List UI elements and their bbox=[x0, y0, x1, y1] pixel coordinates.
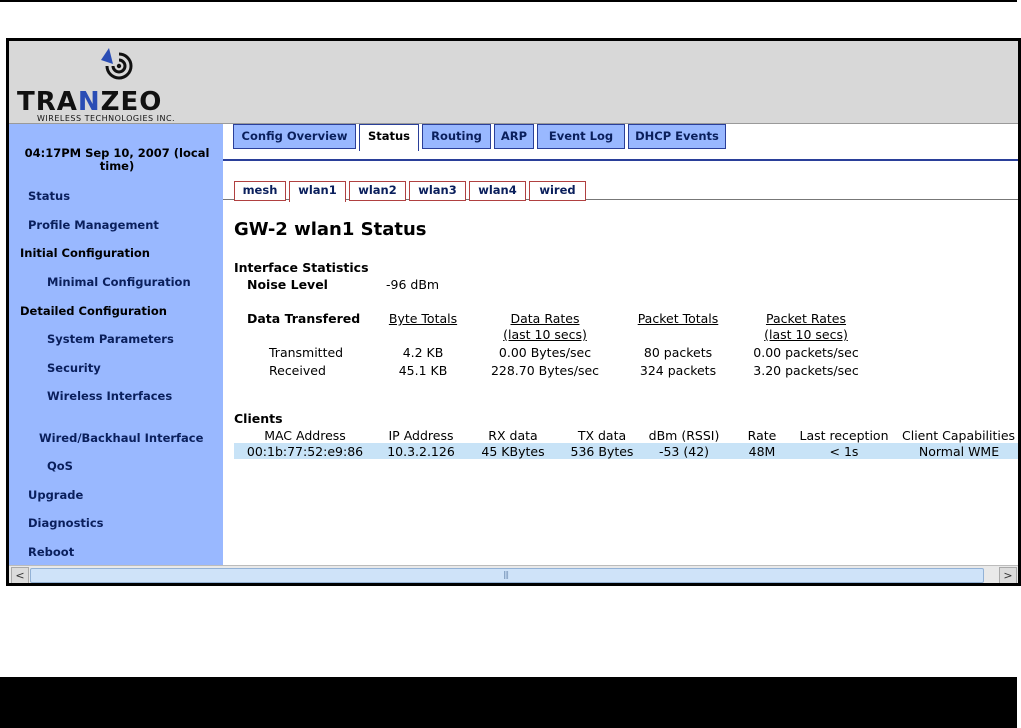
sidebar-item-minimal-configuration[interactable]: Minimal Configuration bbox=[47, 275, 191, 289]
subtab-wlan3[interactable]: wlan3 bbox=[409, 181, 466, 201]
logo-tagline: WIRELESS TECHNOLOGIES INC. bbox=[37, 114, 176, 123]
tab-config-overview[interactable]: Config Overview bbox=[233, 124, 356, 149]
client-ip: 10.3.2.126 bbox=[387, 444, 455, 459]
subtab-wired[interactable]: wired bbox=[529, 181, 586, 201]
transmitted-label: Transmitted bbox=[269, 345, 344, 360]
sidebar-heading-detailed-configuration: Detailed Configuration bbox=[20, 304, 167, 318]
subtab-wlan1[interactable]: wlan1 bbox=[289, 181, 346, 202]
page-title: GW-2 wlan1 Status bbox=[234, 219, 427, 240]
scroll-right-button[interactable]: > bbox=[999, 567, 1017, 583]
client-last-reception: < 1s bbox=[829, 444, 859, 459]
sidebar-item-status[interactable]: Status bbox=[28, 189, 70, 203]
col-rx-data: RX data bbox=[488, 428, 538, 443]
client-mac: 00:1b:77:52:e9:86 bbox=[246, 444, 364, 459]
transmitted-rate: 0.00 Bytes/sec bbox=[498, 345, 592, 360]
received-label: Received bbox=[269, 363, 326, 378]
noise-level-value: -96 dBm bbox=[386, 277, 440, 292]
col-packet-totals: Packet Totals bbox=[637, 311, 719, 326]
logo-text-n: N bbox=[77, 87, 101, 117]
scrollbar-thumb[interactable]: ||| bbox=[30, 568, 984, 583]
scroll-left-button[interactable]: < bbox=[11, 567, 29, 583]
client-rate: 48M bbox=[748, 444, 776, 459]
horizontal-scrollbar[interactable]: < ||| > bbox=[9, 565, 1018, 583]
col-packet-rates-sub: (last 10 secs) bbox=[764, 327, 848, 342]
received-packets: 324 packets bbox=[639, 363, 717, 378]
bottom-black-bar bbox=[0, 677, 1017, 728]
interface-statistics-heading: Interface Statistics bbox=[234, 260, 369, 275]
col-ip-address: IP Address bbox=[388, 428, 454, 443]
sidebar-item-diagnostics[interactable]: Diagnostics bbox=[28, 516, 104, 530]
col-dbm-rssi: dBm (RSSI) bbox=[648, 428, 720, 443]
col-mac-address: MAC Address bbox=[264, 428, 346, 443]
sidebar-item-reboot[interactable]: Reboot bbox=[28, 545, 74, 559]
sidebar-item-security[interactable]: Security bbox=[47, 361, 101, 375]
tab-arp[interactable]: ARP bbox=[494, 124, 534, 149]
col-byte-totals: Byte Totals bbox=[388, 311, 458, 326]
browser-frame: TRANZEO WIRELESS TECHNOLOGIES INC. 04:17… bbox=[6, 38, 1021, 586]
col-tx-data: TX data bbox=[577, 428, 627, 443]
sidebar-item-profile-management[interactable]: Profile Management bbox=[28, 218, 159, 232]
col-data-rates-sub: (last 10 secs) bbox=[503, 327, 587, 342]
col-data-rates: Data Rates bbox=[510, 311, 580, 326]
sidebar-item-qos[interactable]: QoS bbox=[47, 459, 73, 473]
sidebar: 04:17PM Sep 10, 2007 (local time) Status… bbox=[9, 124, 223, 565]
transmitted-packets: 80 packets bbox=[643, 345, 713, 360]
main-content: Config Overview Status Routing ARP Event… bbox=[223, 124, 1018, 565]
sidebar-item-wireless-interfaces[interactable]: Wireless Interfaces bbox=[47, 389, 172, 403]
sidebar-item-system-parameters[interactable]: System Parameters bbox=[47, 332, 174, 346]
transmitted-bytes: 4.2 KB bbox=[402, 345, 444, 360]
logo-text-pre: TRA bbox=[17, 87, 78, 117]
tab-event-log[interactable]: Event Log bbox=[537, 124, 625, 149]
logo-wordmark: TRANZEO bbox=[17, 88, 162, 116]
tab-routing[interactable]: Routing bbox=[422, 124, 491, 149]
received-packet-rate: 3.20 packets/sec bbox=[753, 363, 859, 378]
header-banner: TRANZEO WIRELESS TECHNOLOGIES INC. bbox=[9, 41, 1018, 124]
sidebar-heading-initial-configuration: Initial Configuration bbox=[20, 246, 150, 260]
col-packet-rates: Packet Rates bbox=[765, 311, 847, 326]
subtab-wlan2[interactable]: wlan2 bbox=[349, 181, 406, 201]
client-rx-data: 45 KBytes bbox=[481, 444, 545, 459]
received-rate: 228.70 Bytes/sec bbox=[490, 363, 600, 378]
received-bytes: 45.1 KB bbox=[398, 363, 448, 378]
tranzeo-logo: TRANZEO WIRELESS TECHNOLOGIES INC. bbox=[17, 46, 237, 123]
transmitted-packet-rate: 0.00 packets/sec bbox=[753, 345, 859, 360]
sidebar-item-upgrade[interactable]: Upgrade bbox=[28, 488, 83, 502]
col-client-capabilities: Client Capabilities bbox=[902, 428, 1016, 443]
sidebar-item-wired-backhaul-interface[interactable]: Wired/Backhaul Interface bbox=[39, 431, 203, 445]
data-transfered-label: Data Transfered bbox=[247, 311, 361, 326]
tab-baseline bbox=[223, 159, 1018, 161]
scrollbar-grip-icon: ||| bbox=[503, 570, 509, 579]
client-tx-data: 536 Bytes bbox=[570, 444, 634, 459]
client-rssi: -53 (42) bbox=[658, 444, 710, 459]
antenna-signal-icon bbox=[101, 48, 133, 80]
subtab-mesh[interactable]: mesh bbox=[234, 181, 286, 201]
noise-level-label: Noise Level bbox=[247, 277, 328, 292]
clients-heading: Clients bbox=[234, 411, 283, 426]
col-rate: Rate bbox=[747, 428, 777, 443]
tab-dhcp-events[interactable]: DHCP Events bbox=[628, 124, 726, 149]
client-capabilities: Normal WME bbox=[918, 444, 1000, 459]
top-rule bbox=[0, 0, 1017, 2]
logo-text-post: ZEO bbox=[100, 87, 163, 117]
tab-status[interactable]: Status bbox=[359, 124, 419, 151]
local-time: 04:17PM Sep 10, 2007 (local time) bbox=[24, 146, 210, 173]
col-last-reception: Last reception bbox=[799, 428, 889, 443]
subtab-wlan4[interactable]: wlan4 bbox=[469, 181, 526, 201]
